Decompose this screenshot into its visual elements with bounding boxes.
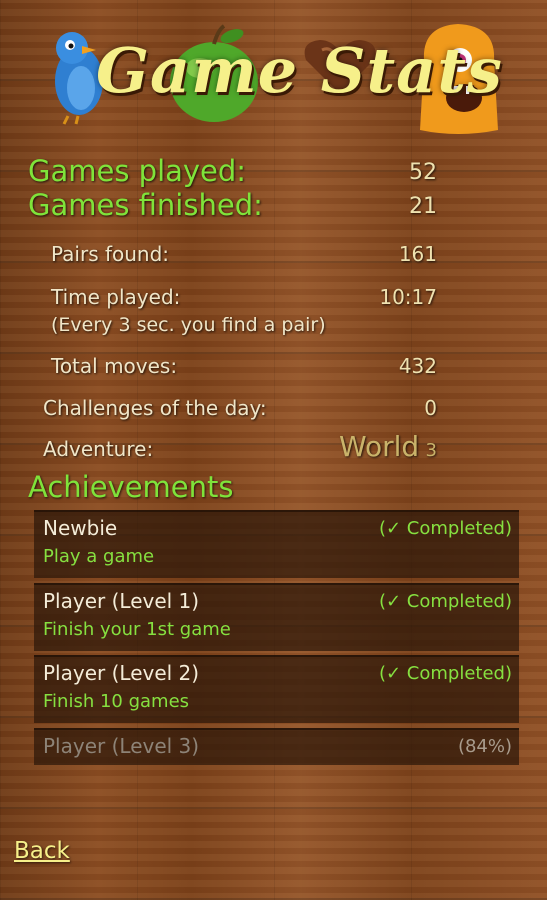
pairs-found-row: Pairs found: 161 bbox=[0, 242, 547, 270]
total-moves-row: Total moves: 432 bbox=[0, 354, 547, 382]
adventure-value: World 3 bbox=[339, 430, 437, 463]
challenges-row: Challenges of the day: 0 bbox=[0, 396, 547, 424]
games-finished-value: 21 bbox=[409, 194, 437, 219]
achievements-title: Achievements bbox=[28, 470, 234, 504]
achievement-status: (✓ Completed) bbox=[378, 518, 512, 539]
achievement-player-level-2: Player (Level 2) (✓ Completed) Finish 10… bbox=[34, 655, 519, 723]
achievement-name: Player (Level 1) bbox=[43, 589, 200, 613]
challenges-label: Challenges of the day: bbox=[43, 396, 267, 420]
games-played-row: Games played: 52 bbox=[0, 154, 547, 192]
achievement-name: Newbie bbox=[43, 516, 118, 540]
adventure-row: Adventure: World 3 bbox=[0, 430, 547, 470]
achievement-status: (✓ Completed) bbox=[378, 591, 512, 612]
achievement-description: Finish 10 games bbox=[43, 691, 190, 712]
time-played-value: 10:17 bbox=[379, 285, 437, 309]
back-button[interactable]: Back bbox=[14, 838, 70, 864]
achievement-description: Play a game bbox=[43, 546, 155, 567]
games-played-value: 52 bbox=[409, 160, 437, 185]
adventure-label: Adventure: bbox=[43, 437, 154, 461]
time-played-note: (Every 3 sec. you find a pair) bbox=[51, 314, 326, 336]
time-played-label: Time played: bbox=[51, 285, 181, 309]
achievement-player-level-3: Player (Level 3) (84%) bbox=[34, 728, 519, 765]
total-moves-value: 432 bbox=[398, 354, 437, 378]
achievement-status: (✓ Completed) bbox=[378, 663, 512, 684]
games-finished-label: Games finished: bbox=[28, 188, 263, 222]
achievement-player-level-1: Player (Level 1) (✓ Completed) Finish yo… bbox=[34, 583, 519, 651]
achievement-progress: (84%) bbox=[457, 736, 512, 757]
page-title: Game Stats bbox=[96, 34, 503, 107]
time-played-row: Time played: 10:17 (Every 3 sec. you fin… bbox=[0, 285, 547, 341]
pairs-found-label: Pairs found: bbox=[51, 242, 170, 266]
challenges-value: 0 bbox=[424, 396, 437, 420]
achievement-newbie: Newbie (✓ Completed) Play a game bbox=[34, 510, 519, 578]
pairs-found-value: 161 bbox=[398, 242, 437, 266]
total-moves-label: Total moves: bbox=[51, 354, 178, 378]
achievement-description: Finish your 1st game bbox=[43, 619, 231, 640]
achievement-name: Player (Level 3) bbox=[43, 734, 200, 758]
adventure-world: World bbox=[338, 430, 420, 463]
achievement-name: Player (Level 2) bbox=[43, 661, 200, 685]
games-played-label: Games played: bbox=[28, 154, 247, 188]
adventure-number: 3 bbox=[425, 440, 437, 461]
header: Game Stats bbox=[0, 0, 547, 140]
games-finished-row: Games finished: 21 bbox=[0, 188, 547, 226]
